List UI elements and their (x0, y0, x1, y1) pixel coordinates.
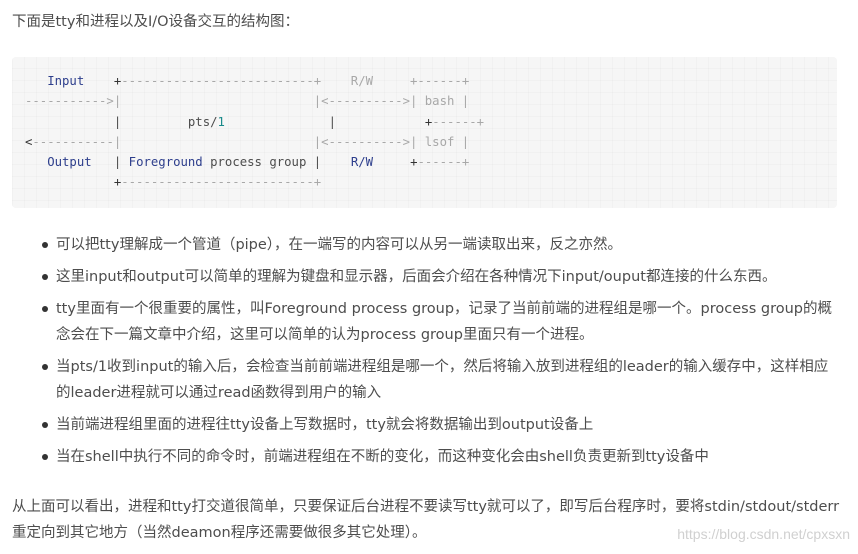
diagram-segment (25, 175, 114, 189)
diagram-segment (121, 115, 188, 129)
diagram-segment (84, 74, 114, 88)
diagram-segment: Output (47, 155, 92, 170)
list-item: tty里面有一个很重要的属性，叫Foreground process group… (40, 296, 840, 348)
diagram-segment (336, 115, 425, 129)
diagram-segment (203, 155, 210, 169)
list-item-text: 当pts/1收到input的输入后，会检查当前前端进程组是哪一个，然后将输入放到… (56, 359, 829, 401)
diagram-segment: Foreground (128, 155, 203, 170)
diagram-segment: 1 (217, 114, 225, 129)
diagram-line: Output | Foreground process group | R/W … (25, 155, 469, 169)
ascii-diagram: Input +--------------------------+ R/W +… (25, 71, 484, 193)
bullet-icon (42, 454, 48, 460)
list-item-text: 当前端进程组里面的进程往tty设备上写数据时，tty就会将数据输出到output… (56, 417, 594, 433)
diagram-segment (321, 155, 351, 169)
list-item: 这里input和output可以简单的理解为键盘和显示器，后面会介绍在各种情况下… (40, 264, 840, 290)
bullet-icon (42, 274, 48, 280)
diagram-segment: --------------------------+ (121, 175, 322, 190)
diagram-line: | pts/1 | +------+ (25, 115, 484, 129)
diagram-segment: ------+ (432, 114, 485, 129)
diagram-segment: | (328, 114, 336, 129)
bullet-icon (42, 364, 48, 370)
diagram-segment (121, 155, 128, 169)
bullet-list: 可以把tty理解成一个管道（pipe），在一端写的内容可以从另一端读取出来，反之… (40, 232, 840, 476)
diagram-segment (225, 115, 329, 129)
list-item-text: tty里面有一个很重要的属性，叫Foreground process group… (56, 301, 833, 343)
code-block-diagram: Input +--------------------------+ R/W +… (12, 57, 837, 208)
bullet-icon (42, 422, 48, 428)
list-item-text: 这里input和output可以简单的理解为键盘和显示器，后面会介绍在各种情况下… (56, 269, 777, 285)
diagram-segment: process group (210, 155, 307, 170)
intro-paragraph: 下面是tty和进程以及I/O设备交互的结构图： (12, 14, 300, 30)
list-item: 当前端进程组里面的进程往tty设备上写数据时，tty就会将数据输出到output… (40, 412, 840, 438)
diagram-segment (306, 155, 313, 169)
diagram-segment: R/W (350, 155, 374, 170)
list-item-text: 可以把tty理解成一个管道（pipe），在一端写的内容可以从另一端读取出来，反之… (56, 237, 623, 253)
bullet-icon (42, 242, 48, 248)
list-item: 可以把tty理解成一个管道（pipe），在一端写的内容可以从另一端读取出来，反之… (40, 232, 840, 258)
diagram-segment (373, 155, 410, 169)
diagram-line: +--------------------------+ (25, 175, 321, 189)
diagram-line: <-----------| |<---------->| lsof | (25, 135, 469, 149)
diagram-segment: Input (47, 74, 85, 88)
diagram-segment: --------------------------+ R/W +------+ (121, 74, 470, 88)
diagram-segment: -----------| |<---------->| lsof | (32, 134, 470, 149)
watermark: https://blog.csdn.net/cpxsxn (677, 526, 850, 542)
diagram-segment: ------+ (417, 155, 470, 170)
diagram-segment (25, 74, 47, 88)
bullet-icon (42, 306, 48, 312)
diagram-segment: pts/ (187, 114, 218, 129)
list-item: 当在shell中执行不同的命令时，前端进程组在不断的变化，而这种变化会由shel… (40, 444, 840, 470)
diagram-line: ----------->| |<---------->| bash | (25, 94, 469, 108)
diagram-line: Input +--------------------------+ R/W +… (25, 74, 469, 88)
diagram-segment (92, 155, 114, 169)
list-item-text: 当在shell中执行不同的命令时，前端进程组在不断的变化，而这种变化会由shel… (56, 449, 709, 465)
list-item: 当pts/1收到input的输入后，会检查当前前端进程组是哪一个，然后将输入放到… (40, 354, 840, 406)
diagram-segment: ----------->| |<---------->| bash | (25, 94, 470, 109)
diagram-segment (25, 155, 47, 169)
diagram-segment (25, 115, 114, 129)
